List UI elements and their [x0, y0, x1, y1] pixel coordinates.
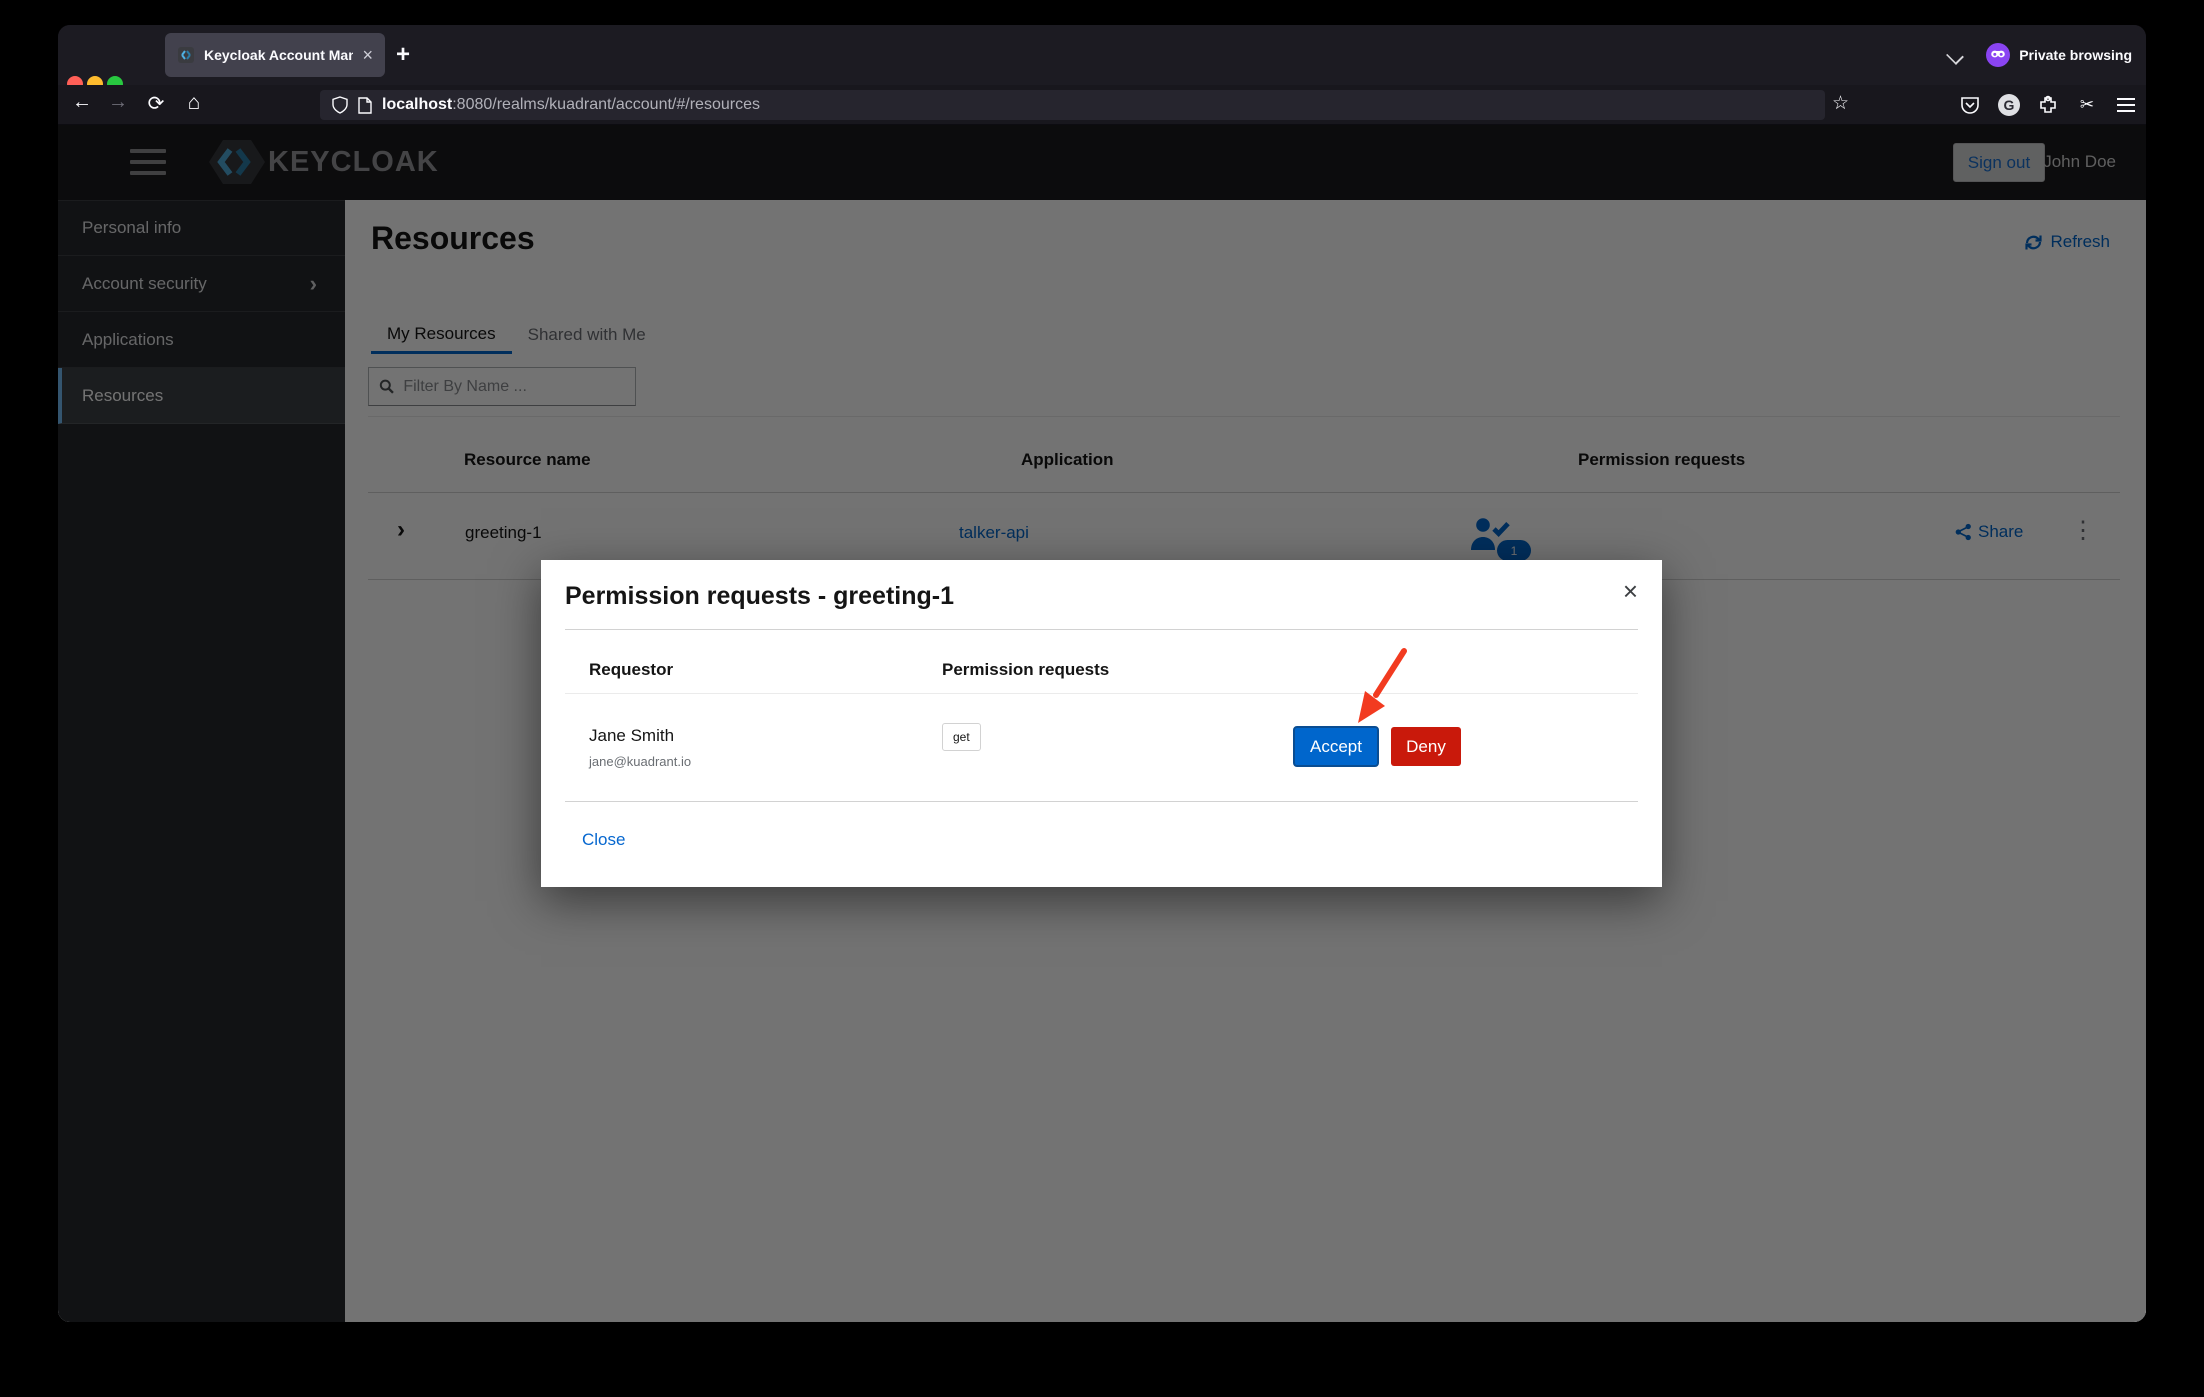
requestor-name: Jane Smith: [589, 726, 674, 746]
reload-icon[interactable]: ⟳: [142, 91, 170, 116]
modal-close-icon[interactable]: ×: [1623, 578, 1638, 604]
url-text: localhost:8080/realms/kuadrant/account/#…: [382, 96, 760, 114]
scope-chip: get: [942, 723, 981, 751]
modal-close-link[interactable]: Close: [582, 830, 625, 850]
permission-requests-modal: Permission requests - greeting-1 × Reque…: [541, 560, 1662, 887]
browser-tab-bar: Keycloak Account Management × + Private …: [58, 25, 2146, 85]
tab-close-icon[interactable]: ×: [362, 46, 373, 64]
url-bar[interactable]: localhost:8080/realms/kuadrant/account/#…: [320, 90, 1825, 120]
screenshot-scissors-icon[interactable]: ✂: [2075, 93, 2099, 117]
requestor-email: jane@kuadrant.io: [589, 754, 691, 769]
pocket-icon[interactable]: [1958, 93, 1982, 117]
browser-toolbar: ← → ⟳ ⌂ localhost:8080/realms/kuadrant/a…: [58, 85, 2146, 125]
modal-title: Permission requests - greeting-1: [565, 582, 954, 611]
private-mask-icon: [1986, 43, 2010, 67]
extensions-puzzle-icon[interactable]: [2036, 93, 2060, 117]
modal-column-requestor: Requestor: [589, 660, 673, 680]
back-icon[interactable]: ←: [68, 91, 96, 114]
url-path: :8080/realms/kuadrant/account/#/resource…: [452, 96, 760, 113]
browser-tab[interactable]: Keycloak Account Management ×: [165, 33, 385, 77]
tab-title: Keycloak Account Management: [204, 47, 353, 63]
page-info-icon[interactable]: [358, 97, 372, 114]
chevron-down-icon[interactable]: [1946, 47, 1964, 65]
private-browsing-label: Private browsing: [2019, 47, 2132, 63]
keycloak-favicon: [177, 46, 195, 64]
divider: [565, 629, 1638, 630]
new-tab-button[interactable]: +: [396, 41, 410, 69]
home-icon[interactable]: ⌂: [180, 91, 208, 115]
url-host: localhost: [382, 96, 452, 113]
bookmark-star-icon[interactable]: ☆: [1832, 92, 1849, 115]
private-browsing-indicator: Private browsing: [1986, 43, 2132, 67]
browser-menu-icon[interactable]: [2114, 93, 2138, 117]
annotation-arrow: [1330, 635, 1420, 735]
modal-column-permission-requests: Permission requests: [942, 660, 1109, 680]
forward-icon[interactable]: →: [104, 91, 132, 114]
extension-g-icon[interactable]: G: [1997, 93, 2021, 117]
shield-icon[interactable]: [332, 96, 348, 114]
divider: [565, 693, 1638, 694]
divider: [565, 801, 1638, 802]
